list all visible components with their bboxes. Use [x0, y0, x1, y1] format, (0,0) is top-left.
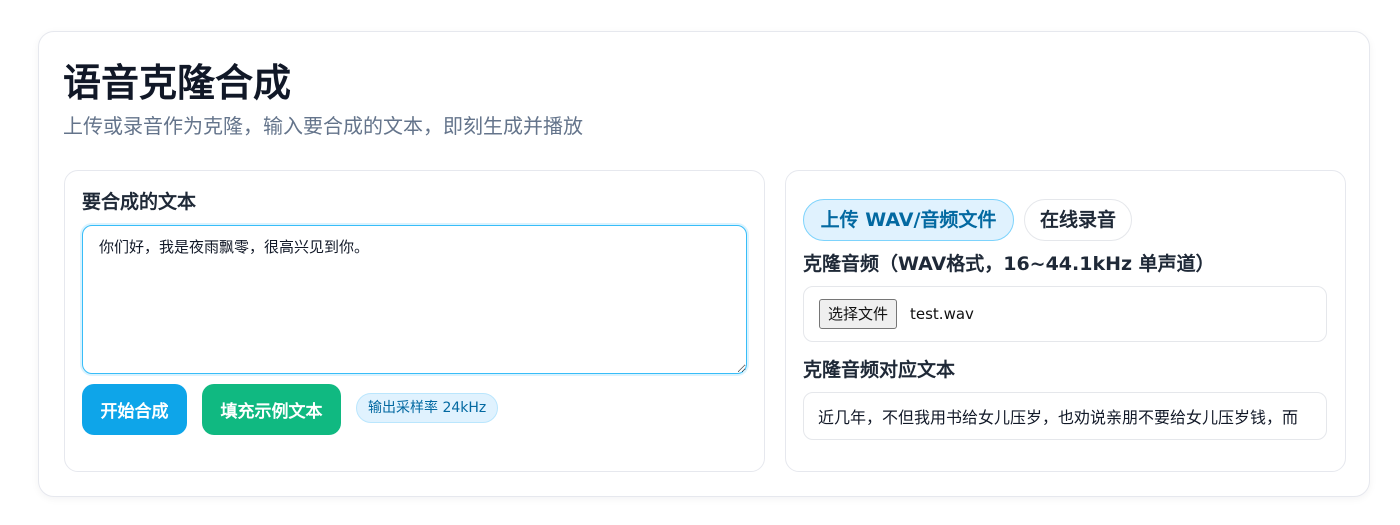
ref-text-label: 克隆音频对应文本 — [803, 359, 956, 381]
main-card: 语音克隆合成 上传或录音作为克隆，输入要合成的文本，即刻生成并播放 要合成的文本… — [38, 31, 1370, 497]
file-input-box: 选择文件 test.wav — [803, 286, 1327, 342]
clone-panel: 上传 WAV/音频文件 在线录音 克隆音频（WAV格式，16~44.1kHz 单… — [785, 170, 1346, 472]
page-title: 语音克隆合成 — [63, 61, 292, 105]
page-subtitle: 上传或录音作为克隆，输入要合成的文本，即刻生成并播放 — [63, 114, 583, 138]
synthesis-panel: 要合成的文本 你们好，我是夜雨飘零，很高兴见到你。 开始合成 填充示例文本 输出… — [64, 170, 765, 472]
choose-file-button[interactable]: 选择文件 — [819, 299, 898, 329]
tab-online-record[interactable]: 在线录音 — [1024, 199, 1132, 241]
tab-upload-audio[interactable]: 上传 WAV/音频文件 — [803, 199, 1014, 241]
sample-rate-badge: 输出采样率 24kHz — [356, 393, 499, 423]
synthesis-text-label: 要合成的文本 — [82, 191, 197, 213]
clone-audio-label: 克隆音频（WAV格式，16~44.1kHz 单声道） — [803, 253, 1215, 275]
start-synthesis-button[interactable]: 开始合成 — [82, 384, 187, 435]
ref-text-input[interactable] — [803, 392, 1327, 440]
synthesis-text-input[interactable]: 你们好，我是夜雨飘零，很高兴见到你。 — [82, 225, 747, 374]
selected-file-name: test.wav — [910, 305, 974, 323]
fill-sample-text-button[interactable]: 填充示例文本 — [202, 384, 341, 435]
